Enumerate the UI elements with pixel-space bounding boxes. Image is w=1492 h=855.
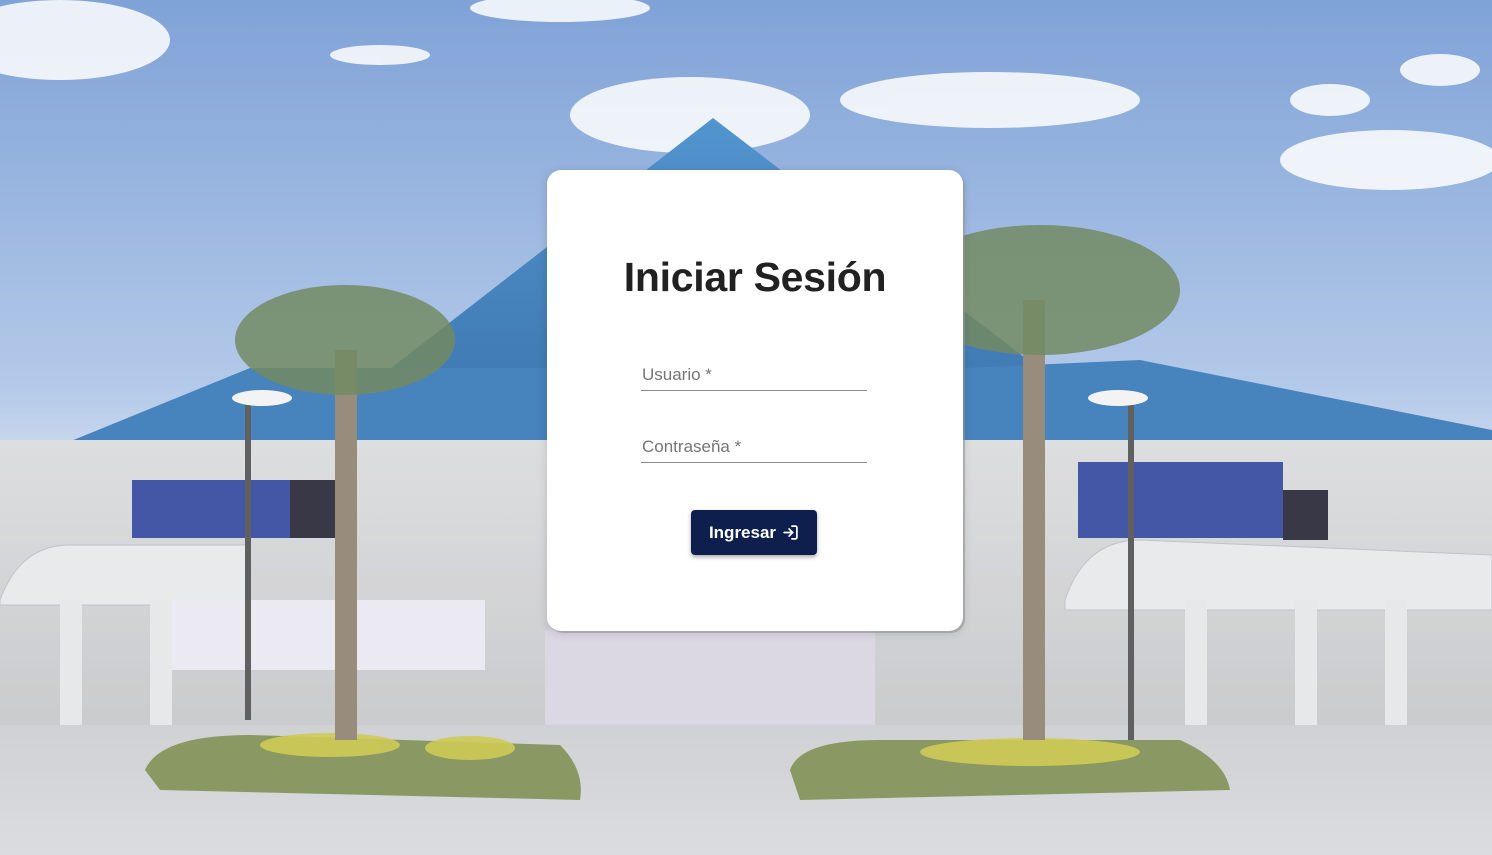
- login-button[interactable]: Ingresar: [691, 510, 817, 555]
- login-button-label: Ingresar: [708, 522, 777, 542]
- login-card: Iniciar Sesión Ingresar: [547, 170, 963, 631]
- page-title: Iniciar Sesión: [623, 254, 887, 300]
- password-input[interactable]: [641, 428, 867, 462]
- login-icon: [782, 524, 799, 541]
- username-field[interactable]: [641, 356, 867, 391]
- password-field[interactable]: [641, 428, 867, 463]
- username-input[interactable]: [641, 356, 867, 390]
- login-page: Iniciar Sesión Ingresar: [0, 0, 1492, 855]
